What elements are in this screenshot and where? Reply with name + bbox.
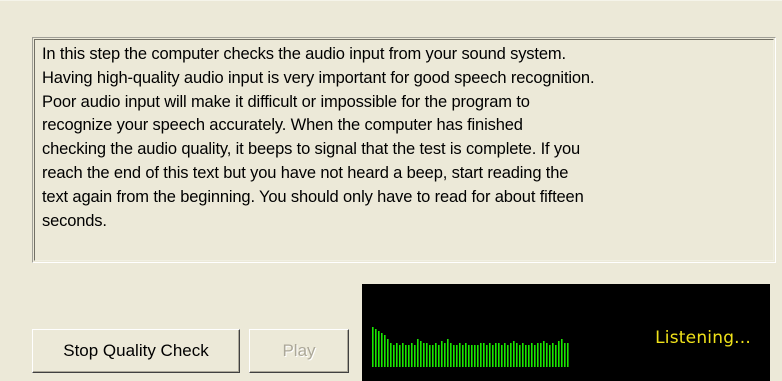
audio-level-bar	[372, 327, 374, 367]
audio-level-bar	[432, 345, 434, 367]
audio-level-bar	[477, 345, 479, 367]
audio-level-bar	[513, 341, 515, 367]
audio-level-bar	[420, 341, 422, 367]
audio-level-bar	[549, 345, 551, 367]
audio-level-meter: Listening...	[362, 284, 770, 381]
listening-status: Listening...	[655, 328, 751, 348]
audio-level-bar	[405, 345, 407, 367]
audio-level-bar	[489, 343, 491, 367]
reading-text-line: In this step the computer checks the aud…	[42, 45, 566, 63]
audio-level-bar	[564, 343, 566, 367]
audio-level-bar	[390, 343, 392, 367]
audio-level-bar	[429, 345, 431, 367]
reading-text-panel-inner: In this step the computer checks the aud…	[34, 39, 774, 261]
reading-text-line: checking the audio quality, it beeps to …	[42, 140, 581, 159]
audio-level-bar	[447, 339, 449, 367]
reading-text-panel: In this step the computer checks the aud…	[32, 37, 776, 263]
audio-level-bar	[375, 329, 377, 367]
reading-text-line: reach the end of this text but you have …	[42, 163, 569, 182]
audio-level-bar	[471, 345, 473, 367]
audio-level-bar	[483, 343, 485, 367]
audio-level-bar	[462, 345, 464, 367]
audio-level-bar	[396, 343, 398, 367]
audio-level-bar	[525, 345, 527, 367]
audio-level-bar	[435, 343, 437, 367]
audio-level-bar	[453, 345, 455, 367]
audio-level-bar	[537, 343, 539, 367]
audio-level-bar	[504, 343, 506, 367]
audio-level-bar	[417, 339, 419, 367]
audio-level-bar	[399, 345, 401, 367]
audio-level-bar	[492, 345, 494, 367]
reading-text-line: Poor audio input will make it difficult …	[42, 92, 530, 111]
audio-level-bar	[486, 345, 488, 367]
audio-level-bar	[540, 343, 542, 367]
audio-level-bar	[381, 333, 383, 367]
audio-level-bar	[543, 341, 545, 367]
audio-level-bar	[441, 341, 443, 367]
audio-level-bar	[519, 345, 521, 367]
audio-level-bar	[414, 345, 416, 367]
audio-level-bar	[459, 343, 461, 367]
audio-level-bar	[438, 345, 440, 367]
audio-level-bar	[558, 341, 560, 367]
audio-level-bar	[465, 343, 467, 367]
audio-level-bar	[498, 343, 500, 367]
audio-level-bar	[555, 345, 557, 367]
reading-text-line: Having high-quality audio input is very …	[42, 68, 595, 87]
audio-level-bar	[402, 343, 404, 367]
audio-level-bar	[522, 343, 524, 367]
audio-level-bar	[444, 343, 446, 367]
audio-level-bar	[456, 345, 458, 367]
audio-level-bar	[468, 345, 470, 367]
audio-level-bar	[552, 343, 554, 367]
audio-level-bar	[387, 339, 389, 367]
audio-level-bar	[495, 343, 497, 367]
audio-level-bar	[567, 343, 569, 367]
audio-level-bar	[534, 345, 536, 367]
reading-text-line: text again from the beginning. You shoul…	[42, 187, 584, 206]
audio-level-bar	[384, 335, 386, 367]
audio-level-bars-svg	[372, 327, 569, 367]
audio-level-bar	[450, 343, 452, 367]
audio-level-bar	[408, 345, 410, 367]
audio-level-bar	[510, 343, 512, 367]
audio-level-bar	[411, 343, 413, 367]
audio-level-bar	[501, 345, 503, 367]
play-label: Play	[282, 341, 316, 360]
audio-level-bar	[546, 343, 548, 367]
play-button[interactable]: Play	[249, 329, 349, 373]
audio-level-bar	[507, 345, 509, 367]
stop-quality-check-button[interactable]: Stop Quality Check	[32, 329, 240, 373]
reading-text-line: seconds.	[42, 211, 107, 230]
reading-text: In this step the computer checks the aud…	[42, 43, 777, 233]
audio-level-bar	[528, 345, 530, 367]
audio-level-bar	[480, 343, 482, 367]
audio-quality-check-window: In this step the computer checks the aud…	[0, 0, 782, 381]
audio-level-bar	[531, 343, 533, 367]
audio-level-bar	[474, 345, 476, 367]
reading-text-line: recognize your speech accurately. When t…	[42, 116, 523, 135]
audio-level-bar	[423, 343, 425, 367]
stop-quality-check-label: Stop Quality Check	[63, 341, 209, 360]
audio-level-bars	[372, 327, 592, 367]
audio-level-bar	[426, 343, 428, 367]
audio-level-bar	[516, 343, 518, 367]
audio-level-bar	[561, 339, 563, 367]
audio-level-bar	[393, 345, 395, 367]
audio-level-bar	[378, 331, 380, 367]
